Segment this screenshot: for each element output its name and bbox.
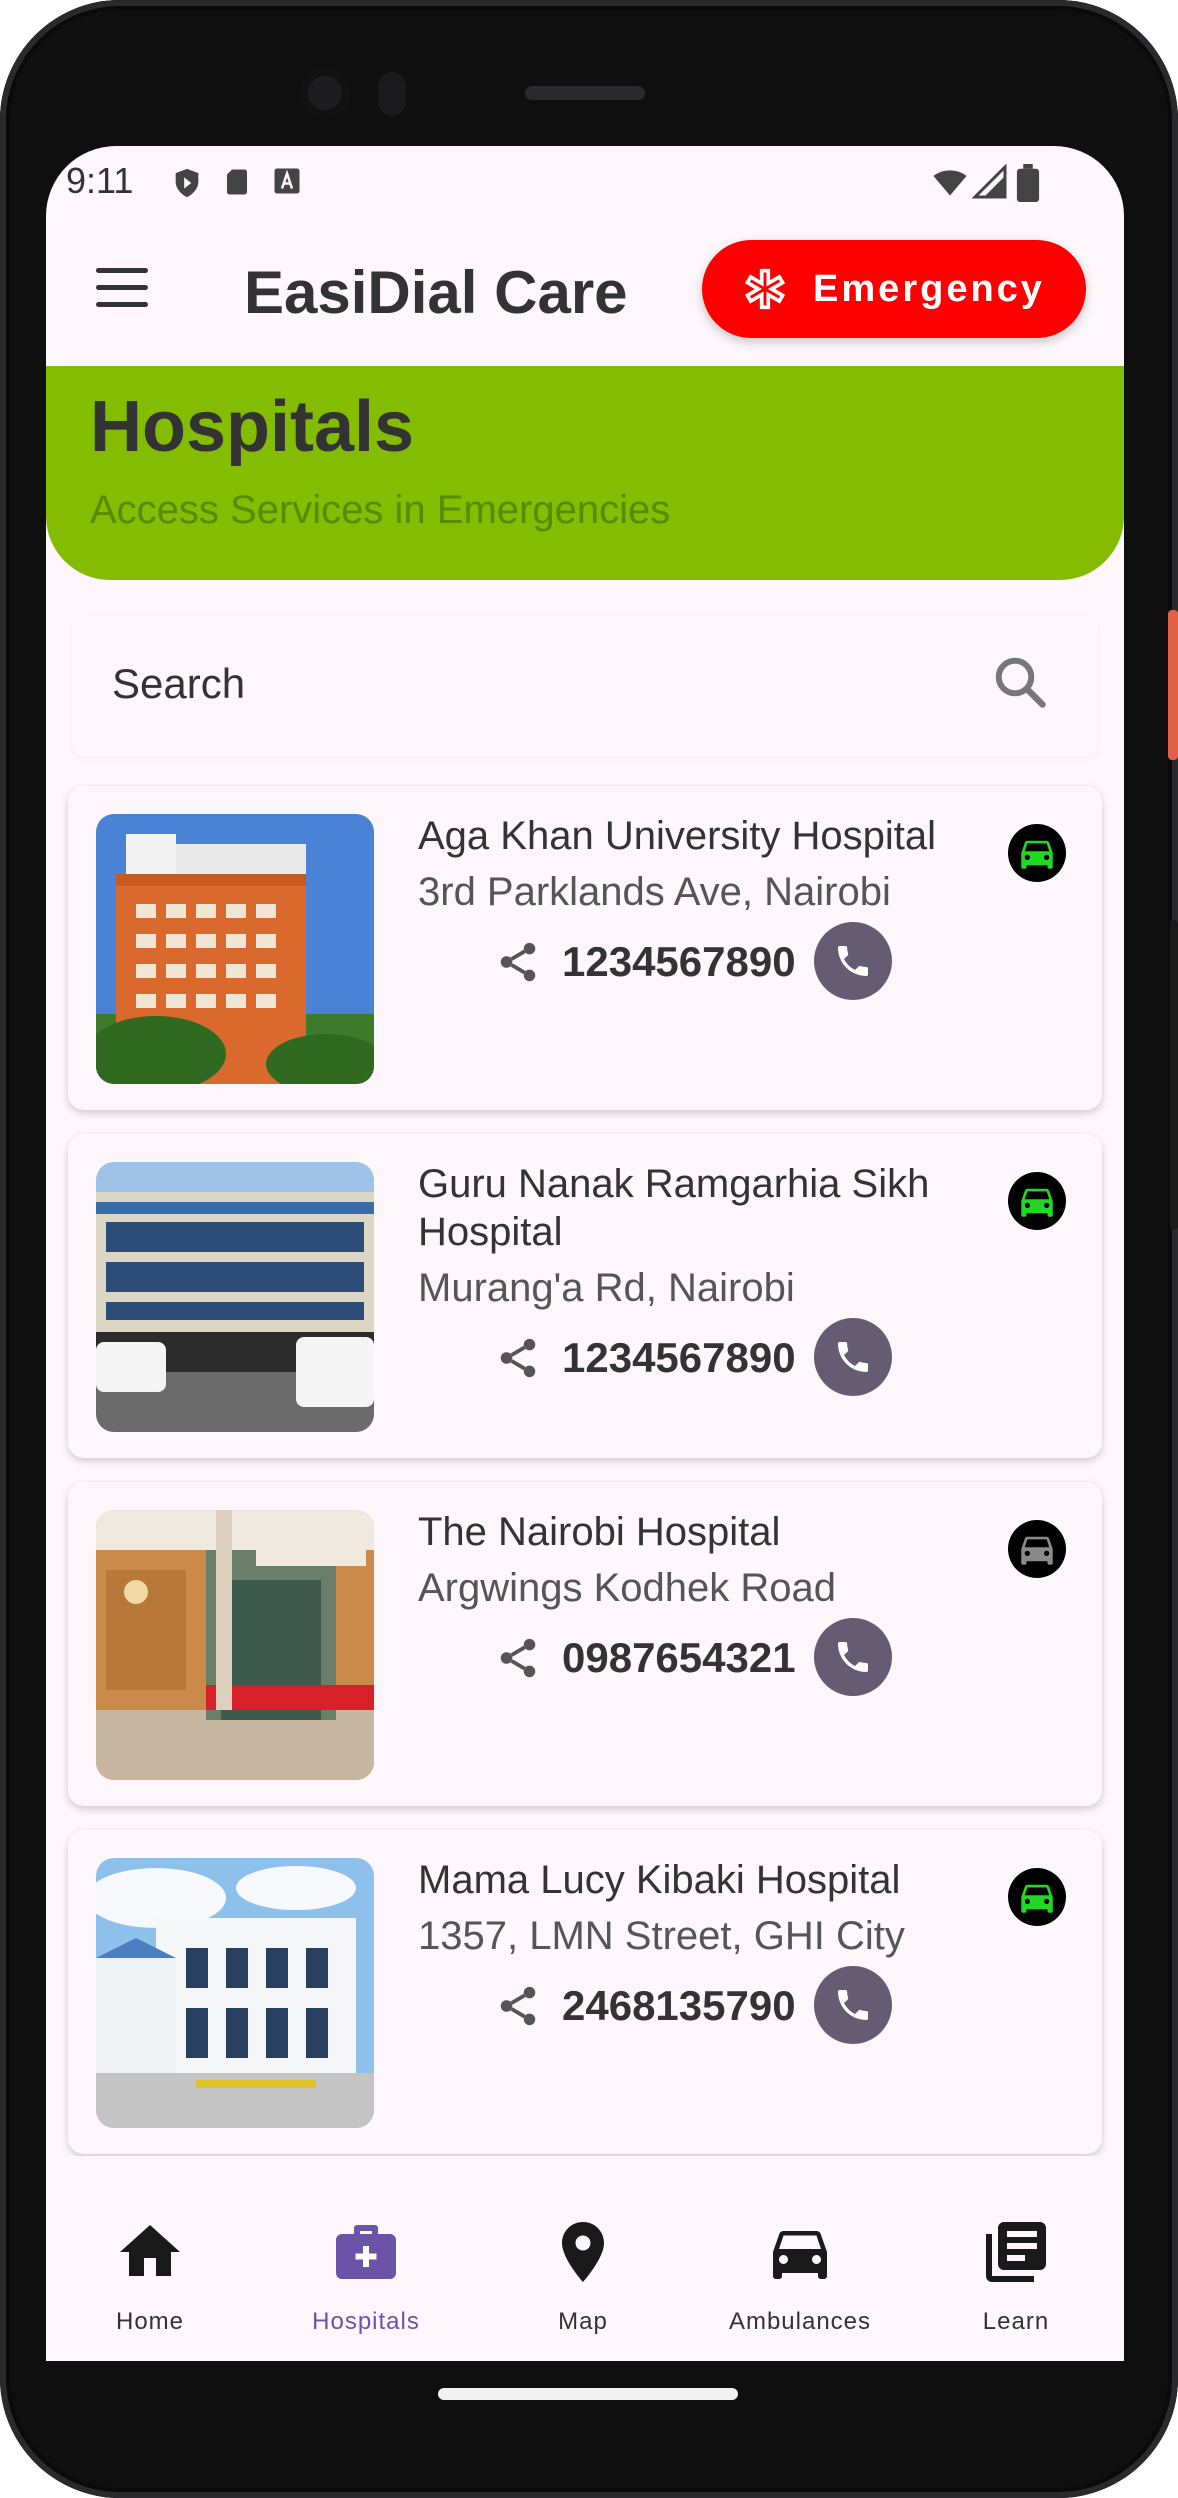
earpiece-speaker: [525, 86, 645, 100]
phone-icon: [838, 946, 868, 976]
hospital-card[interactable]: Mama Lucy Kibaki Hospital 1357, LMN Stre…: [68, 1830, 1102, 2154]
share-icon: [500, 1986, 536, 2026]
nav-item-map[interactable]: Map: [483, 2156, 683, 2361]
hospital-name: The Nairobi Hospital: [418, 1510, 781, 1554]
hospital-image: [96, 1858, 374, 2128]
search-icon[interactable]: [990, 652, 1050, 712]
page-subtitle: Access Services in Emergencies: [90, 488, 671, 532]
app-title: EasiDial Care: [244, 259, 628, 326]
nav-item-ambulances[interactable]: Ambulances: [700, 2156, 900, 2361]
sd-card-icon: [227, 169, 247, 195]
hospital-image: [96, 814, 374, 1084]
nav-label: Ambulances: [728, 2308, 872, 2335]
car-icon: [1021, 1884, 1053, 1913]
share-icon: [500, 1638, 536, 1678]
ambulance-status-badge: [1008, 1868, 1066, 1926]
hospital-card[interactable]: Guru Nanak Ramgarhia Sikh Hospital Muran…: [68, 1134, 1102, 1458]
search-bar[interactable]: Search: [72, 616, 1098, 756]
hospital-image: [96, 1510, 374, 1780]
hospital-address: 1357, LMN Street, GHI City: [418, 1914, 905, 1958]
call-button[interactable]: [814, 1318, 892, 1396]
front-camera: [300, 68, 350, 118]
cellular-icon: [972, 164, 1007, 199]
call-button[interactable]: [814, 1618, 892, 1696]
share-button[interactable]: [480, 1620, 556, 1696]
emergency-label: Emergency: [813, 267, 1045, 310]
ambulance-status-badge: [1008, 1520, 1066, 1578]
hospital-address: Argwings Kodhek Road: [418, 1566, 837, 1610]
hospital-address: 3rd Parklands Ave, Nairobi: [418, 870, 891, 914]
home-icon: [120, 2225, 180, 2276]
share-icon: [500, 942, 536, 982]
call-button[interactable]: [814, 922, 892, 1000]
shield-icon: [175, 168, 199, 198]
camera-sensor: [378, 72, 406, 116]
call-button[interactable]: [814, 1966, 892, 2044]
car-icon: [773, 2231, 827, 2279]
medical-bag-icon: [336, 2225, 396, 2279]
share-button[interactable]: [480, 1968, 556, 2044]
nav-label: Map: [558, 2308, 608, 2335]
phone-icon: [838, 1342, 868, 1372]
phone-number[interactable]: 2468135790: [562, 1982, 796, 2030]
hospital-card[interactable]: Aga Khan University Hospital 3rd Parklan…: [68, 786, 1102, 1110]
phone-number[interactable]: 1234567890: [562, 938, 796, 986]
share-icon: [500, 1338, 536, 1378]
nav-item-learn[interactable]: Learn: [916, 2156, 1116, 2361]
bottom-navigation: Home Hospitals Map Ambulances Learn: [46, 2156, 1124, 2361]
asterisk-medical-icon: [744, 268, 786, 310]
volume-button: [1170, 920, 1178, 1230]
ambulance-status-badge: [1008, 1172, 1066, 1230]
hamburger-menu-icon[interactable]: [96, 268, 148, 312]
page-title: Hospitals: [90, 387, 415, 467]
hospital-address: Murang'a Rd, Nairobi: [418, 1266, 795, 1310]
search-input[interactable]: Search: [112, 660, 245, 708]
nav-item-hospitals[interactable]: Hospitals: [266, 2156, 466, 2361]
screen: 9:11 EasiDial Care Hospitals Access Serv…: [46, 146, 1124, 2361]
nav-label: Hospitals: [312, 2308, 420, 2335]
status-bar: 9:11: [46, 146, 1124, 218]
status-time: 9:11: [66, 160, 134, 201]
share-button[interactable]: [480, 924, 556, 1000]
nav-item-home[interactable]: Home: [50, 2156, 250, 2361]
hospital-name: Aga Khan University Hospital: [418, 814, 937, 858]
hospital-card[interactable]: The Nairobi Hospital Argwings Kodhek Roa…: [68, 1482, 1102, 1806]
nav-label: Home: [115, 2308, 185, 2335]
hospital-name: Guru Nanak Ramgarhia Sikh Hospital: [418, 1162, 930, 1254]
share-button[interactable]: [480, 1320, 556, 1396]
nav-label: Learn: [982, 2308, 1050, 2335]
phone-number[interactable]: 1234567890: [562, 1334, 796, 1382]
battery-icon: [1016, 164, 1040, 202]
phone-icon: [838, 1642, 868, 1672]
phone-number[interactable]: 0987654321: [562, 1634, 796, 1682]
phone-icon: [838, 1990, 868, 2020]
car-icon: [1021, 1188, 1053, 1217]
hospital-name: Mama Lucy Kibaki Hospital: [418, 1858, 901, 1902]
font-icon: [274, 168, 300, 194]
hero-banner: Hospitals Access Services in Emergencies: [46, 366, 1124, 580]
ambulance-status-badge: [1008, 824, 1066, 882]
home-indicator[interactable]: [438, 2388, 738, 2400]
hospital-image: [96, 1162, 374, 1432]
car-icon: [1021, 840, 1053, 869]
wifi-icon: [933, 170, 967, 196]
emergency-button[interactable]: Emergency: [702, 240, 1086, 338]
car-icon: [1021, 1536, 1053, 1565]
library-icon: [986, 2222, 1046, 2282]
power-button: [1168, 610, 1178, 760]
phone-frame: 9:11 EasiDial Care Hospitals Access Serv…: [0, 0, 1178, 2498]
map-pin-icon: [562, 2222, 604, 2282]
